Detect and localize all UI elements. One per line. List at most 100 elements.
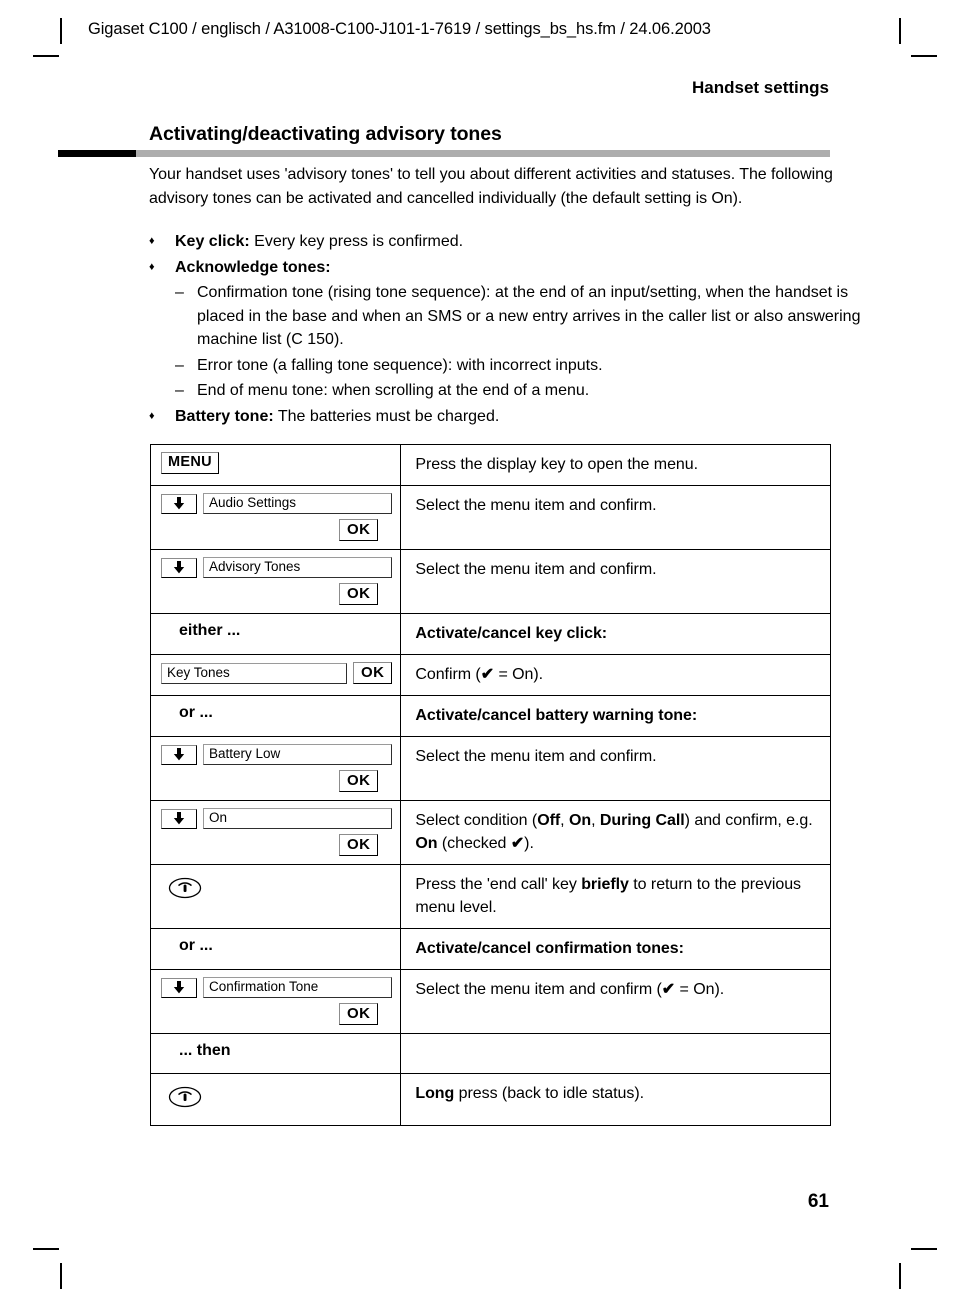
diamond-bullet-icon: ♦ — [149, 235, 155, 247]
desc-prefix: Confirm ( — [415, 666, 481, 683]
list-item-text: Acknowledge tones: — [175, 256, 849, 280]
end-call-key-icon[interactable] — [167, 1084, 392, 1115]
arrow-down-icon[interactable] — [161, 744, 197, 765]
ok-softkey[interactable]: OK — [339, 770, 379, 792]
ok-softkey[interactable]: OK — [339, 834, 379, 856]
step-description: Press the display key to open the menu. — [415, 456, 699, 473]
step-description: Long press (back to idle status). — [401, 1074, 830, 1114]
table-row: MENU Press the display key to open the m… — [149, 444, 831, 486]
desc-sep: , — [591, 812, 600, 829]
dash-bullet-icon: – — [175, 382, 184, 399]
title-rule-black-segment — [58, 150, 136, 157]
step-control-end-call-long — [151, 1074, 400, 1125]
display-menu-item[interactable]: Confirmation Tone — [203, 977, 393, 998]
table-row: Key Tones OK Confirm (✔ = On). — [149, 654, 831, 696]
step-description: Confirm (✔ = On). — [401, 655, 830, 695]
step-description: Select the menu item and confirm. — [415, 748, 657, 765]
arrow-down-icon[interactable] — [161, 557, 197, 578]
ok-softkey[interactable]: OK — [339, 583, 379, 605]
table-row: Advisory Tones OK Select the menu item a… — [149, 549, 831, 614]
softkey-row: OK — [161, 583, 392, 605]
table-row: either ... Activate/cancel key click: — [149, 613, 831, 655]
list-item-lead: Acknowledge tones: — [175, 258, 331, 276]
crop-mark-top-right-horizontal — [911, 55, 937, 57]
arrow-down-icon[interactable] — [161, 493, 197, 514]
list-item-text: Error tone (a falling tone sequence): wi… — [197, 356, 603, 374]
ok-softkey[interactable]: OK — [339, 1003, 379, 1025]
table-row: Press the 'end call' key briefly to retu… — [149, 864, 831, 929]
table-row: Long press (back to idle status). — [149, 1073, 831, 1126]
list-item-rest: Every key press is confirmed. — [249, 233, 464, 250]
step-control-menu: MENU — [151, 445, 400, 482]
nav-and-display-line: Confirmation Tone — [161, 977, 393, 998]
section-header: Handset settings — [692, 78, 829, 97]
table-row: Audio Settings OK Select the menu item a… — [149, 485, 831, 550]
desc-part: ) and confirm, e.g. — [684, 812, 813, 829]
dash-bullet-icon: – — [175, 284, 184, 301]
softkey-row: OK — [161, 770, 392, 792]
crop-mark-top-left-vertical — [60, 18, 62, 44]
nav-and-display-line: Audio Settings — [161, 493, 393, 514]
display-menu-item[interactable]: Battery Low — [203, 744, 393, 765]
step-control-audio-settings: Audio Settings OK — [151, 486, 400, 549]
display-menu-item[interactable]: Key Tones — [161, 662, 348, 684]
desc-emphasis: Long — [415, 1085, 455, 1102]
branch-label-or: or ... — [179, 704, 213, 721]
list-item-lead: Battery tone: — [175, 407, 274, 425]
desc-part: press (back to idle status). — [454, 1085, 645, 1102]
procedure-table: MENU Press the display key to open the m… — [149, 444, 831, 1126]
list-item: – End of menu tone: when scrolling at th… — [175, 379, 849, 403]
list-item-text: Confirmation tone (rising tone sequence)… — [197, 284, 861, 348]
step-description: Select the menu item and confirm. — [415, 561, 657, 578]
advisory-tones-list: ♦ Key click: Every key press is confirme… — [149, 230, 860, 430]
end-call-key-icon[interactable] — [167, 875, 392, 906]
crop-mark-bottom-right-vertical — [899, 1263, 901, 1289]
diamond-bullet-icon: ♦ — [149, 260, 155, 273]
display-menu-item[interactable]: Advisory Tones — [203, 557, 393, 578]
table-row: or ... Activate/cancel confirmation tone… — [149, 928, 831, 970]
desc-part: Press the 'end call' key — [415, 876, 582, 893]
table-row: On OK Select condition (Off, On, During … — [149, 800, 831, 865]
desc-part: ). — [524, 835, 534, 852]
table-row: Confirmation Tone OK Select the menu ite… — [149, 969, 831, 1034]
step-control-condition-on: On OK — [151, 801, 400, 864]
option-on-example: On — [415, 835, 438, 852]
branch-label-or: or ... — [179, 937, 213, 954]
document-header: Gigaset C100 / englisch / A31008-C100-J1… — [88, 20, 711, 38]
arrow-down-icon[interactable] — [161, 977, 197, 998]
arrow-down-icon[interactable] — [161, 808, 197, 829]
list-item-text: End of menu tone: when scrolling at the … — [197, 382, 590, 399]
display-menu-item[interactable]: On — [203, 808, 393, 829]
list-item: – Error tone (a falling tone sequence): … — [175, 354, 849, 378]
desc-emphasis: briefly — [581, 876, 629, 893]
step-control-advisory-tones: Advisory Tones OK — [151, 550, 400, 613]
step-control-confirmation-tone: Confirmation Tone OK — [151, 970, 400, 1033]
branch-label-either: either ... — [179, 622, 241, 639]
ok-softkey[interactable]: OK — [339, 519, 379, 541]
crop-mark-bottom-left-vertical — [60, 1263, 62, 1289]
title-rule-grey-segment — [136, 150, 830, 157]
ok-softkey[interactable]: OK — [353, 662, 393, 684]
crop-mark-top-left-horizontal — [33, 55, 59, 57]
branch-label-then: ... then — [179, 1042, 231, 1059]
table-row: Battery Low OK Select the menu item and … — [149, 736, 831, 801]
option-on: On — [568, 812, 592, 829]
desc-suffix: = On). — [675, 981, 725, 998]
step-description: Select the menu item and confirm. — [415, 497, 657, 514]
check-icon: ✔ — [480, 666, 495, 683]
menu-display-key[interactable]: MENU — [161, 452, 219, 474]
option-off: Off — [537, 812, 561, 829]
list-item: ♦ Key click: Every key press is confirme… — [149, 230, 849, 254]
nav-and-display-line: On — [161, 808, 393, 829]
nav-and-display-line: Battery Low — [161, 744, 393, 765]
crop-mark-bottom-left-horizontal — [33, 1248, 59, 1250]
step-description: Select condition (Off, On, During Call) … — [401, 801, 830, 864]
desc-prefix: Select the menu item and confirm ( — [415, 981, 662, 998]
list-item-text: Key click: Every key press is confirmed. — [175, 230, 849, 254]
page-number: 61 — [807, 1191, 829, 1212]
table-row: or ... Activate/cancel battery warning t… — [149, 695, 831, 737]
desc-sep: , — [560, 812, 569, 829]
display-menu-item[interactable]: Audio Settings — [203, 493, 393, 514]
desc-part: (checked — [437, 835, 511, 852]
softkey-row: OK — [161, 1003, 392, 1025]
